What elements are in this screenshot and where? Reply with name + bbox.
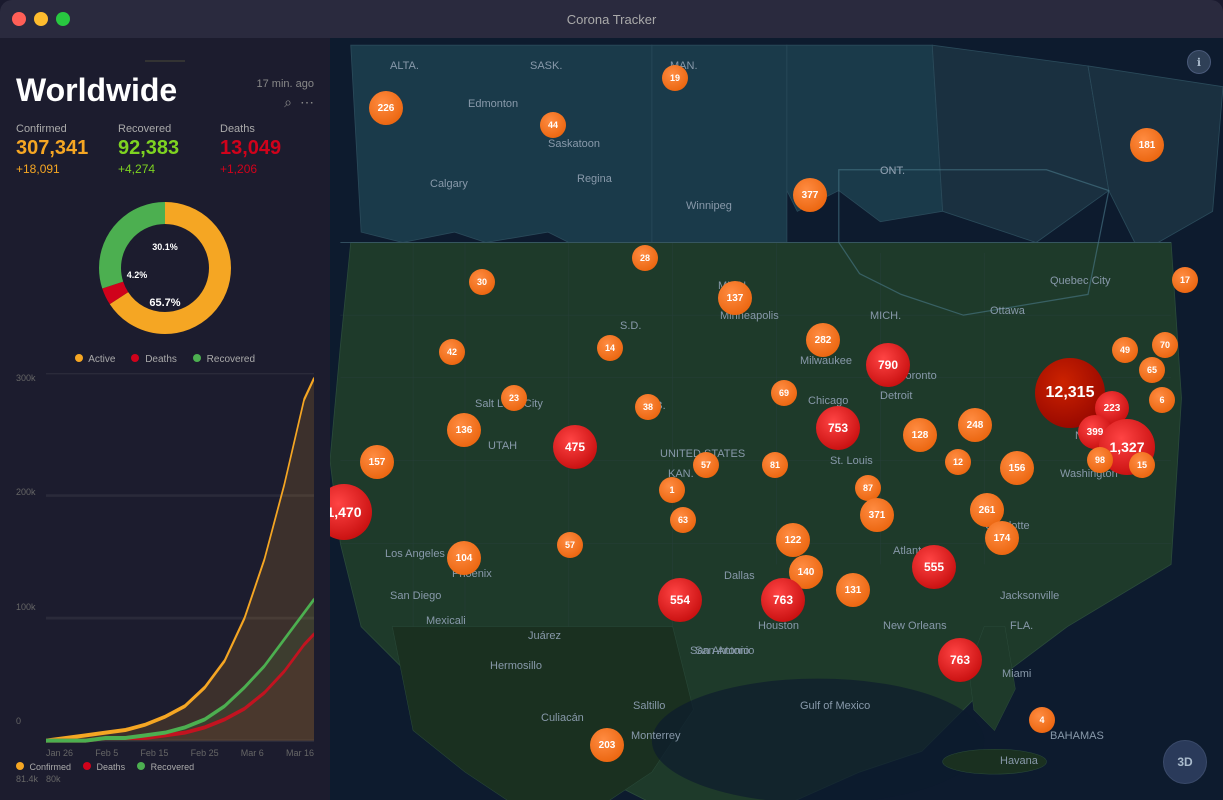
app-title: Corona Tracker	[567, 12, 657, 27]
map-bubble[interactable]: 371	[860, 498, 894, 532]
svg-text:30.1%: 30.1%	[152, 242, 178, 252]
close-button[interactable]	[12, 12, 26, 26]
chart-svg	[46, 373, 314, 746]
map-bubble[interactable]: 753	[816, 406, 860, 450]
map-bubble[interactable]: 44	[540, 112, 566, 138]
map-bubble[interactable]: 157	[360, 445, 394, 479]
map-bubble[interactable]: 57	[693, 452, 719, 478]
map-bubble[interactable]: 49	[1112, 337, 1138, 363]
title-bar: Corona Tracker	[0, 0, 1223, 38]
x-axis-labels: Jan 26 Feb 5 Feb 15 Feb 25 Mar 6 Mar 16	[16, 748, 314, 758]
recovered-label: Recovered	[118, 123, 212, 135]
confirmed-delta: +18,091	[16, 162, 110, 176]
map-bubble[interactable]: 128	[903, 418, 937, 452]
map-bubble[interactable]: 98	[1087, 447, 1113, 473]
map-bubble[interactable]: 4	[1029, 707, 1055, 733]
map-bubble[interactable]: 174	[985, 521, 1019, 555]
confirmed-value: 307,341	[16, 137, 110, 160]
map-bubble[interactable]: 555	[912, 545, 956, 589]
recovered-stat: Recovered 92,383 +4,274	[118, 123, 212, 176]
map-bubble[interactable]: 181	[1130, 128, 1164, 162]
chart-confirmed-legend: Confirmed	[16, 762, 71, 772]
map-bubble[interactable]: 17	[1172, 267, 1198, 293]
svg-text:65.7%: 65.7%	[149, 297, 180, 309]
sidebar-title: Worldwide	[16, 72, 177, 109]
map-bubble[interactable]: 23	[501, 385, 527, 411]
map-bubble[interactable]: 81	[762, 452, 788, 478]
map-bubble[interactable]: 12	[945, 449, 971, 475]
map-bubble[interactable]: 42	[439, 339, 465, 365]
deaths-stat: Deaths 13,049 +1,206	[220, 123, 314, 176]
map-bubble[interactable]: 38	[635, 394, 661, 420]
map-bubble[interactable]: 156	[1000, 451, 1034, 485]
map-bubble[interactable]: 28	[632, 245, 658, 271]
recovered-value: 92,383	[118, 137, 212, 160]
deaths-label: Deaths	[220, 123, 314, 135]
map-bubble[interactable]: 763	[938, 638, 982, 682]
map-bubble[interactable]: 554	[658, 578, 702, 622]
sidebar-meta: 17 min. ago ⌕ ⋯	[257, 78, 314, 111]
donut-chart-container: 30.1% 4.2% 65.7% Active Deaths Recovered	[16, 188, 314, 365]
map-bubble[interactable]: 19	[662, 65, 688, 91]
search-icon[interactable]: ⌕	[284, 94, 292, 111]
minimize-button[interactable]	[34, 12, 48, 26]
map-bubble[interactable]: 122	[776, 523, 810, 557]
map-bubble[interactable]: 104	[447, 541, 481, 575]
deaths-value: 13,049	[220, 137, 314, 160]
map-bubble[interactable]: 282	[806, 323, 840, 357]
map-bubble[interactable]: 14	[597, 335, 623, 361]
more-icon[interactable]: ⋯	[300, 94, 314, 111]
confirmed-label: Confirmed	[16, 123, 110, 135]
map-bubble[interactable]: 790	[866, 343, 910, 387]
map-bubble[interactable]: 65	[1139, 357, 1165, 383]
y-bottom-2: 80k	[46, 774, 61, 784]
map-bubble[interactable]: 203	[590, 728, 624, 762]
sidebar: Worldwide 17 min. ago ⌕ ⋯ Confirmed 307,…	[0, 38, 330, 800]
traffic-lights	[12, 12, 70, 26]
map-bubble[interactable]: 6	[1149, 387, 1175, 413]
map-bubble[interactable]: 57	[557, 532, 583, 558]
last-updated: 17 min. ago	[257, 78, 314, 90]
active-legend: Active	[75, 354, 115, 365]
info-button[interactable]: ℹ	[1187, 50, 1211, 74]
map-bubble[interactable]: 131	[836, 573, 870, 607]
y-axis-labels: 300k 200k 100k 0	[16, 373, 36, 726]
map-bubble[interactable]: 137	[718, 281, 752, 315]
chart-legend: Confirmed Deaths Recovered	[16, 762, 314, 772]
stats-row: Confirmed 307,341 +18,091 Recovered 92,3…	[16, 123, 314, 176]
map-area: ALTA.SASK.MAN.EdmontonSaskatoonCalgaryRe…	[330, 38, 1223, 800]
map-bubble[interactable]: 226	[369, 91, 403, 125]
map-bubble[interactable]: 475	[553, 425, 597, 469]
map-bubble[interactable]: 69	[771, 380, 797, 406]
svg-text:4.2%: 4.2%	[127, 270, 148, 280]
map-bubble[interactable]: 377	[793, 178, 827, 212]
line-chart-container: 300k 200k 100k 0	[16, 373, 314, 784]
map-bubble[interactable]: 70	[1152, 332, 1178, 358]
line-chart-area: 300k 200k 100k 0	[16, 373, 314, 746]
map-bubble[interactable]: 15	[1129, 452, 1155, 478]
recovered-delta: +4,274	[118, 162, 212, 176]
map-bubble[interactable]: 763	[761, 578, 805, 622]
map-bubble[interactable]: 63	[670, 507, 696, 533]
deaths-delta: +1,206	[220, 162, 314, 176]
main-content: Worldwide 17 min. ago ⌕ ⋯ Confirmed 307,…	[0, 38, 1223, 800]
deaths-legend: Deaths	[131, 354, 176, 365]
y-bottom-1: 81.4k	[16, 774, 38, 784]
3d-button[interactable]: 3D	[1163, 740, 1207, 784]
chart-recovered-legend: Recovered	[137, 762, 194, 772]
sidebar-divider	[145, 60, 185, 62]
map-bubble[interactable]: 30	[469, 269, 495, 295]
map-bubble[interactable]: 136	[447, 413, 481, 447]
confirmed-stat: Confirmed 307,341 +18,091	[16, 123, 110, 176]
donut-legend: Active Deaths Recovered	[75, 354, 255, 365]
chart-deaths-legend: Deaths	[83, 762, 125, 772]
map-bubble[interactable]: 1	[659, 477, 685, 503]
maximize-button[interactable]	[56, 12, 70, 26]
sidebar-header: Worldwide 17 min. ago ⌕ ⋯	[16, 72, 314, 111]
map-bubble[interactable]: 248	[958, 408, 992, 442]
recovered-legend: Recovered	[193, 354, 255, 365]
donut-chart: 30.1% 4.2% 65.7%	[85, 188, 245, 348]
sidebar-icons: ⌕ ⋯	[284, 94, 314, 111]
